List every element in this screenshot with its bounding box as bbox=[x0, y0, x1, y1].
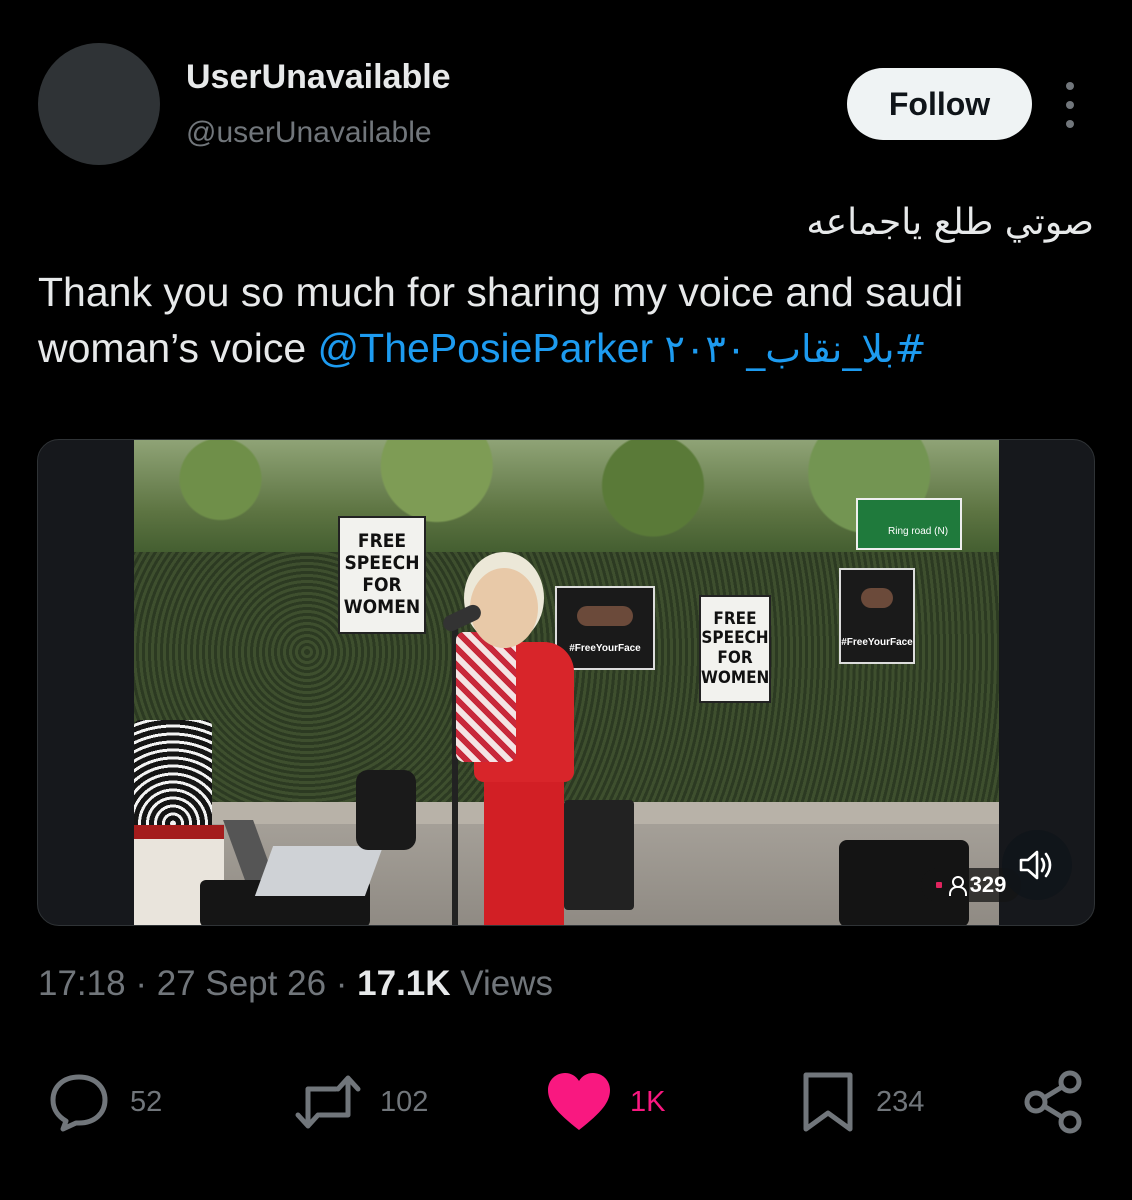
placard-word: FREE bbox=[357, 530, 407, 553]
views-label[interactable]: Views bbox=[460, 964, 553, 1003]
bookmark-button[interactable]: 234 bbox=[798, 1068, 924, 1136]
video-frame[interactable]: Ring road (N) FREE SPEECH FOR WOMEN #Fre… bbox=[134, 440, 999, 925]
like-button[interactable]: 1K bbox=[546, 1068, 665, 1136]
placard-word: WOMEN bbox=[701, 667, 770, 688]
tweet-time[interactable]: 17:18 bbox=[38, 964, 126, 1003]
tweet-meta: 17:18 · 27 Sept 26 · 17.1K Views bbox=[38, 964, 553, 1004]
share-button[interactable] bbox=[1022, 1068, 1086, 1136]
placard-word: FOR bbox=[362, 574, 402, 596]
poster-text: #FreeYourFace bbox=[569, 643, 641, 654]
bookmark-count: 234 bbox=[876, 1085, 925, 1118]
placard-word: SPEECH bbox=[344, 552, 420, 575]
reply-icon bbox=[50, 1074, 108, 1132]
author-handle[interactable]: @userUnavailable bbox=[186, 116, 432, 150]
follow-button[interactable]: Follow bbox=[847, 68, 1032, 140]
avatar[interactable] bbox=[38, 43, 160, 165]
video-scene-scarf bbox=[456, 632, 516, 762]
placard-word: FOR bbox=[717, 648, 753, 668]
meta-separator: · bbox=[335, 964, 348, 1003]
poster-text: #FreeYourFace bbox=[841, 637, 913, 648]
sound-toggle-button[interactable] bbox=[1002, 830, 1072, 900]
repost-count: 102 bbox=[380, 1085, 429, 1118]
person-icon bbox=[948, 876, 967, 896]
placard-word: SPEECH bbox=[701, 628, 769, 649]
share-icon bbox=[1024, 1070, 1082, 1134]
tweet-date[interactable]: 27 Sept 26 bbox=[157, 964, 326, 1003]
bookmark-icon bbox=[803, 1072, 853, 1132]
repost-button[interactable]: 102 bbox=[294, 1068, 428, 1136]
video-scene-bag bbox=[356, 770, 416, 850]
video-scene-speaker-legs bbox=[484, 770, 564, 925]
video-scene-speaker-head bbox=[470, 568, 538, 648]
poster-free-your-face: #FreeYourFace bbox=[839, 568, 915, 664]
tweet-text: Thank you so much for sharing my voice a… bbox=[38, 264, 1098, 377]
speaker-sound-icon bbox=[1019, 850, 1052, 880]
live-dot-icon bbox=[935, 882, 942, 888]
like-count: 1K bbox=[630, 1085, 666, 1118]
video-scene-cart bbox=[564, 800, 634, 910]
placard-free-speech: FREE SPEECH FOR WOMEN bbox=[699, 595, 771, 703]
heart-filled-icon bbox=[548, 1073, 610, 1130]
hashtag-link[interactable]: #بلا_نقاب_٢٠٣٠ bbox=[665, 327, 927, 371]
reply-count: 52 bbox=[130, 1085, 163, 1118]
placard-word: FREE bbox=[713, 608, 757, 629]
repost-icon bbox=[295, 1075, 361, 1129]
viewer-count: 329 bbox=[969, 872, 1007, 897]
reply-button[interactable]: 52 bbox=[46, 1068, 162, 1136]
video-scene-laptop bbox=[254, 846, 384, 896]
placard-word: WOMEN bbox=[343, 595, 421, 618]
author-display-name[interactable]: UserUnavailable bbox=[186, 58, 451, 97]
video-player[interactable]: Ring road (N) FREE SPEECH FOR WOMEN #Fre… bbox=[37, 439, 1095, 926]
road-sign: Ring road (N) bbox=[856, 498, 962, 550]
mention-link[interactable]: @ThePosieParker bbox=[318, 325, 654, 371]
meta-separator: · bbox=[135, 964, 147, 1003]
more-options-icon[interactable] bbox=[1055, 82, 1085, 128]
views-count[interactable]: 17.1K bbox=[357, 964, 450, 1003]
tweet-arabic-line: صوتي طلع ياجماعه bbox=[806, 202, 1094, 243]
placard-free-speech: FREE SPEECH FOR WOMEN bbox=[338, 516, 426, 634]
